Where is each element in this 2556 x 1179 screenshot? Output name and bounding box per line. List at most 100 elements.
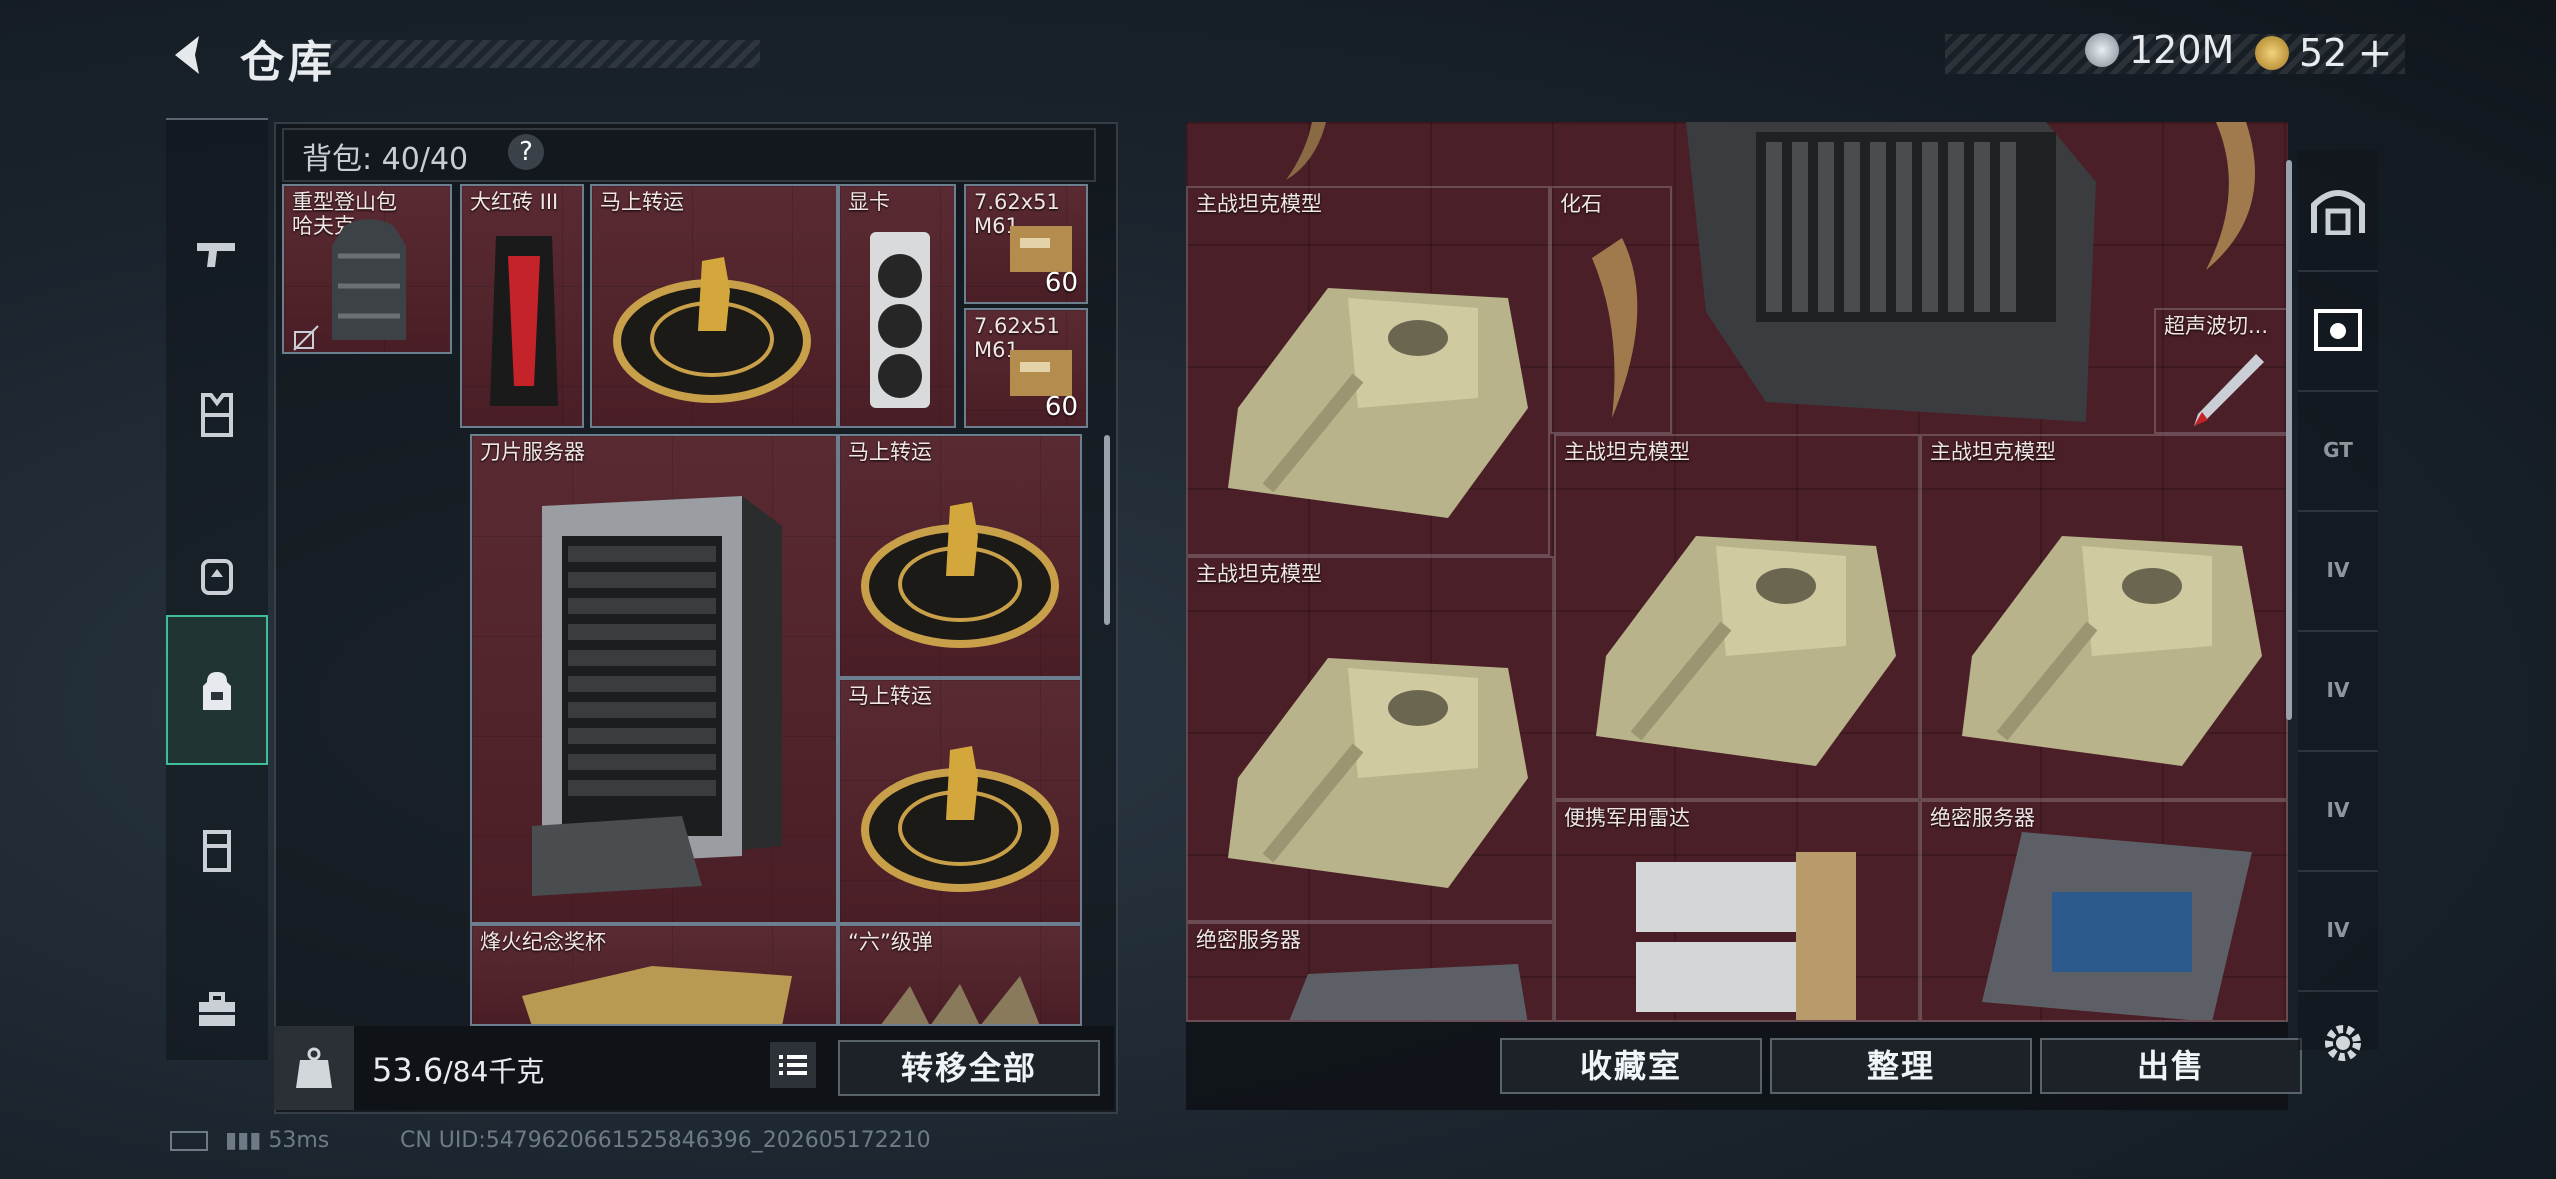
rig-icon [203, 830, 231, 872]
item-lucky-horse-3[interactable]: 马上转运 [838, 678, 1082, 924]
horse-coin-icon [861, 502, 1059, 648]
list-view-button[interactable] [770, 1042, 816, 1088]
item-label: 主战坦克模型 [1564, 440, 1690, 464]
collection-room-button[interactable]: 收藏室 [1500, 1038, 1762, 1094]
item-label: 大红砖 III [470, 190, 559, 214]
item-blade-server[interactable]: 刀片服务器 [470, 434, 838, 924]
item-label: 主战坦克模型 [1196, 562, 1322, 586]
tab-iv-2[interactable]: IV [2298, 630, 2378, 752]
item-ammo-762-a[interactable]: 7.62x51 M61 60 [964, 184, 1088, 304]
item-gpu[interactable]: 显卡 [838, 184, 956, 428]
tab-iv-1[interactable]: IV [2298, 510, 2378, 632]
list-icon [779, 1055, 807, 1075]
storage-scrollbar[interactable] [2286, 160, 2292, 720]
item-lucky-horse[interactable]: 马上转运 [590, 184, 838, 428]
item-lucky-horse-2[interactable]: 马上转运 [838, 434, 1082, 678]
tab-filter[interactable] [2298, 270, 2378, 392]
red-brick-icon [490, 236, 558, 406]
weight-icon-box [274, 1026, 354, 1110]
radar-icon [1636, 852, 1856, 1020]
weight-display: 53.6/84千克 [372, 1050, 544, 1090]
item-label: “六”级弹 [848, 930, 933, 954]
item-red-brick[interactable]: 大红砖 III [460, 184, 584, 428]
horse-coin-icon [861, 746, 1059, 892]
item-count: 60 [1044, 268, 1078, 298]
tab-iv-3[interactable]: IV [2298, 750, 2378, 872]
trophy-icon [522, 966, 792, 1024]
item-trophy[interactable]: 烽火纪念奖杯 [470, 924, 838, 1026]
item-label: 显卡 [848, 190, 890, 214]
nav-armor[interactable] [166, 340, 268, 490]
nav-backpack[interactable] [166, 615, 268, 765]
weight-current: 53.6 [372, 1051, 444, 1089]
backpack-icon [203, 672, 231, 710]
storage-item-fossil[interactable]: 化石 [1550, 186, 1672, 434]
tank-model-icon [1962, 536, 2262, 766]
toolbox-icon [199, 992, 235, 1026]
server-rack-top-icon [1686, 122, 2096, 422]
tank-model-icon [1228, 658, 1528, 888]
tab-gt[interactable]: GT [2298, 390, 2378, 512]
backpack-title: 背包: [302, 142, 373, 177]
fossil-partial-icon [1286, 122, 1326, 180]
battery-icon [170, 1131, 208, 1151]
add-currency-button[interactable]: + [2357, 28, 2392, 77]
currency-premium[interactable]: 52 + [2255, 28, 2393, 77]
item-label: 马上转运 [848, 684, 932, 708]
transfer-all-button[interactable]: 转移全部 [838, 1040, 1100, 1096]
storage-item-tank-2[interactable]: 主战坦克模型 [1554, 434, 1920, 800]
storage-item-secret-server-2[interactable]: 绝密服务器 [1186, 922, 1554, 1022]
sort-button[interactable]: 整理 [1770, 1038, 2032, 1094]
storage-item-ultrasonic-cutter[interactable]: 超声波切... [2154, 308, 2288, 434]
fossil-claw-icon [2206, 122, 2255, 270]
item-level6-ammo[interactable]: “六”级弹 [838, 924, 1082, 1026]
storage-item-tank-3[interactable]: 主战坦克模型 [1920, 434, 2288, 800]
backpack-scrollbar[interactable] [1104, 435, 1110, 625]
helmet-icon [201, 559, 233, 595]
tab-vault[interactable] [2298, 150, 2378, 272]
tank-model-icon [1228, 288, 1528, 518]
storage-item-radar[interactable]: 便携军用雷达 [1554, 800, 1920, 1022]
uid-text: CN UID:5479620661525846396_202605172210 [400, 1128, 931, 1153]
gpu-icon [870, 232, 930, 408]
iv-tab-label: IV [2326, 918, 2350, 942]
item-label: 马上转运 [848, 440, 932, 464]
help-button[interactable]: ? [508, 134, 544, 170]
storage-tabs: GT IV IV IV IV [2298, 150, 2378, 1050]
storage-item-tank-4[interactable]: 主战坦克模型 [1186, 556, 1554, 922]
coin-icon [2085, 33, 2119, 67]
backpack-capacity: 40/40 [381, 142, 469, 177]
item-heavy-backpack[interactable]: 重型登山包 哈夫克 [282, 184, 452, 354]
item-ammo-762-b[interactable]: 7.62x51 M61 60 [964, 308, 1088, 428]
category-nav [166, 118, 268, 1060]
settings-gear-icon[interactable] [2320, 1020, 2366, 1066]
cutter-icon [2194, 354, 2264, 426]
secret-server-icon [1289, 964, 1528, 1020]
unequip-icon [293, 325, 319, 351]
ammo-rounds-icon [881, 976, 1040, 1024]
nav-toolbox[interactable] [166, 935, 268, 1085]
weight-max: /84千克 [443, 1055, 545, 1088]
item-label: 主战坦克模型 [1930, 440, 2056, 464]
ping-text: 53ms [268, 1128, 330, 1153]
item-label: 烽火纪念奖杯 [480, 930, 606, 954]
ammo-box-icon [1010, 226, 1072, 272]
backpack-label: 背包: 40/40 [302, 134, 468, 178]
storage-item-tank-1[interactable]: 主战坦克模型 [1186, 186, 1550, 556]
nav-weapons[interactable] [166, 180, 268, 330]
item-count: 60 [1044, 392, 1078, 422]
sell-button[interactable]: 出售 [2040, 1038, 2302, 1094]
ammo-box-icon [1010, 350, 1072, 396]
back-icon[interactable] [165, 30, 215, 80]
nav-rig[interactable] [166, 775, 268, 925]
vault-icon [2311, 190, 2365, 235]
title-stripe [330, 40, 760, 68]
tab-iv-4[interactable]: IV [2298, 870, 2378, 992]
iv-tab-label: IV [2326, 678, 2350, 702]
tank-model-icon [1596, 536, 1896, 766]
currency-coins: 120M [2085, 28, 2234, 72]
weight-icon [296, 1047, 332, 1088]
weapon-icon [197, 243, 235, 267]
horse-coin-icon [613, 257, 811, 403]
storage-item-secret-server-1[interactable]: 绝密服务器 [1920, 800, 2288, 1022]
